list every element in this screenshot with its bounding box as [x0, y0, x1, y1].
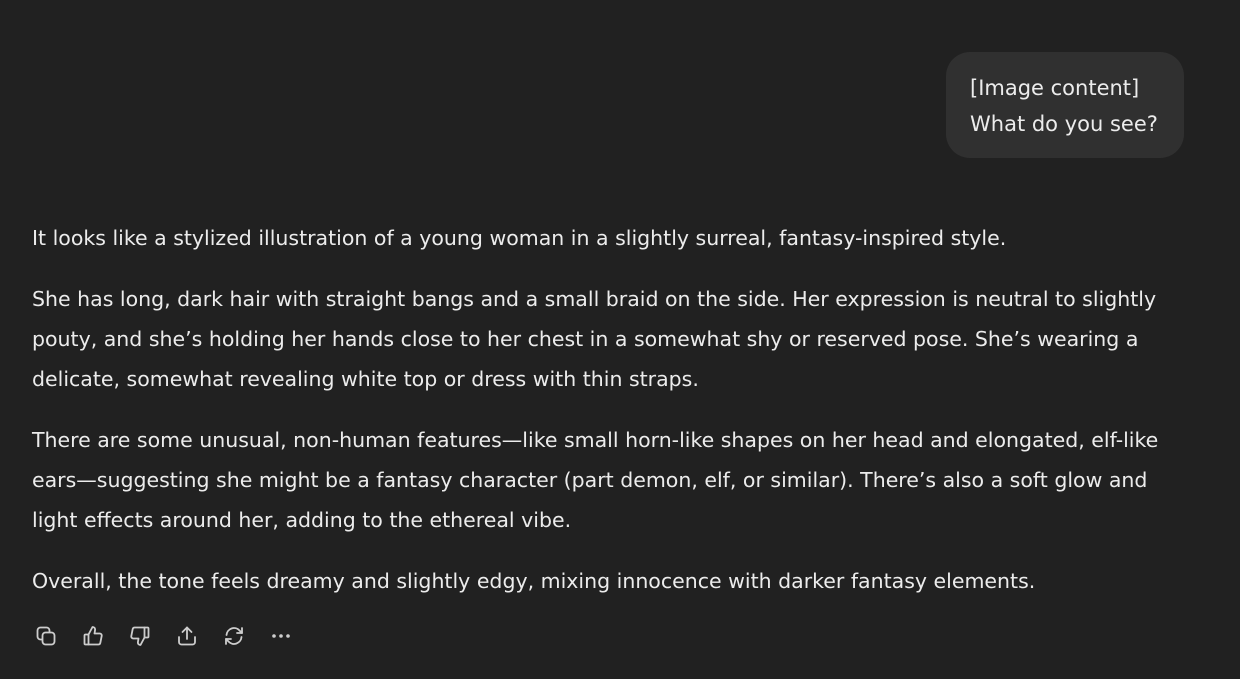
share-button[interactable] [173, 620, 220, 652]
assistant-paragraph: It looks like a stylized illustration of… [32, 226, 1007, 250]
more-options-button[interactable] [267, 620, 314, 652]
assistant-paragraph: She has long, dark hair with straight ba… [32, 287, 1157, 391]
user-message-line: [Image content] [970, 76, 1140, 100]
user-message-bubble: [Image content] What do you see? [946, 52, 1184, 158]
thumbs-up-icon [81, 624, 105, 648]
thumbs-down-icon [128, 624, 152, 648]
thumbs-down-button[interactable] [126, 620, 173, 652]
assistant-paragraph: There are some unusual, non-human featur… [32, 428, 1159, 532]
regenerate-icon [222, 624, 246, 648]
assistant-paragraph: Overall, the tone feels dreamy and sligh… [32, 569, 1036, 593]
thumbs-up-button[interactable] [79, 620, 126, 652]
copy-button[interactable] [32, 620, 79, 652]
regenerate-button[interactable] [220, 620, 267, 652]
copy-icon [34, 624, 58, 648]
assistant-message: It looks like a stylized illustration of… [32, 218, 1192, 622]
share-icon [175, 624, 199, 648]
message-action-bar [32, 620, 314, 652]
user-message-line: What do you see? [970, 112, 1158, 136]
more-icon [269, 624, 293, 648]
